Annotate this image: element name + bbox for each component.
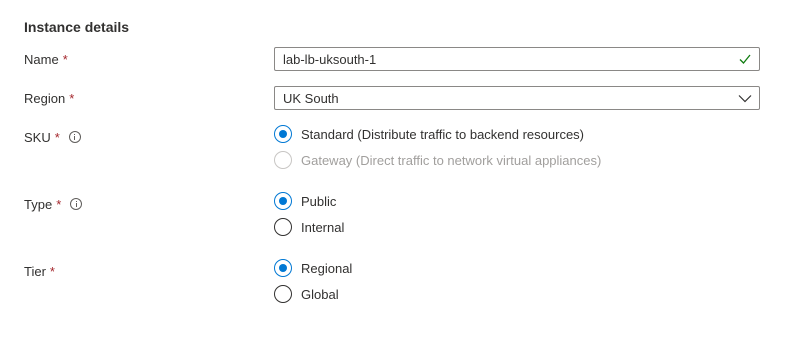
radio-sku-gateway: Gateway (Direct traffic to network virtu…	[274, 150, 601, 170]
radio-label: Internal	[301, 219, 345, 235]
region-label-text: Region	[24, 90, 66, 106]
type-label: Type *	[24, 194, 83, 214]
radio-label: Standard (Distribute traffic to backend …	[301, 126, 585, 142]
required-marker: *	[62, 51, 68, 67]
section-title: Instance details	[24, 19, 130, 35]
info-icon[interactable]	[68, 131, 81, 143]
radio-type-public[interactable]: Public	[274, 191, 336, 211]
sku-label-text: SKU	[24, 129, 51, 145]
tier-label-text: Tier	[24, 263, 46, 279]
region-dropdown[interactable]: UK South	[274, 86, 760, 110]
radio-indicator-checked[interactable]	[274, 259, 292, 277]
name-label-text: Name	[24, 51, 59, 67]
radio-indicator[interactable]	[274, 218, 292, 236]
region-selected-value: UK South	[283, 90, 339, 106]
radio-type-internal[interactable]: Internal	[274, 217, 344, 237]
radio-tier-global[interactable]: Global	[274, 284, 339, 304]
radio-label: Gateway (Direct traffic to network virtu…	[301, 152, 602, 168]
name-input[interactable]: lab-lb-uksouth-1	[274, 47, 760, 71]
tier-label: Tier *	[24, 261, 55, 281]
radio-indicator-disabled	[274, 151, 292, 169]
radio-indicator-checked[interactable]	[274, 125, 292, 143]
name-input-value: lab-lb-uksouth-1	[283, 51, 377, 67]
required-marker: *	[49, 263, 55, 279]
region-label: Region *	[24, 88, 74, 108]
radio-indicator-checked[interactable]	[274, 192, 292, 210]
info-icon[interactable]	[70, 198, 83, 210]
required-marker: *	[56, 196, 62, 212]
checkmark-icon	[739, 54, 751, 64]
radio-label: Regional	[301, 260, 353, 276]
chevron-down-icon	[738, 95, 752, 103]
name-label: Name *	[24, 49, 68, 69]
type-label-text: Type	[24, 196, 53, 212]
required-marker: *	[69, 90, 75, 106]
required-marker: *	[54, 129, 60, 145]
radio-sku-standard[interactable]: Standard (Distribute traffic to backend …	[274, 124, 584, 144]
sku-label: SKU *	[24, 127, 81, 147]
radio-indicator[interactable]	[274, 285, 292, 303]
radio-label: Public	[301, 193, 337, 209]
radio-tier-regional[interactable]: Regional	[274, 258, 352, 278]
radio-label: Global	[301, 286, 339, 302]
